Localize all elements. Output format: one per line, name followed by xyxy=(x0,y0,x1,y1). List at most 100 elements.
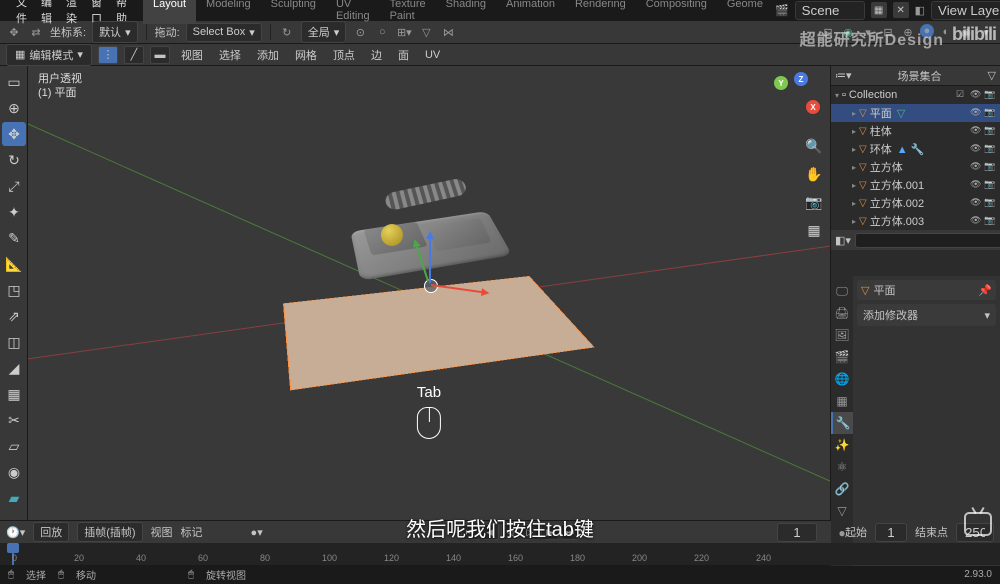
object-plane[interactable] xyxy=(283,276,595,390)
outliner-item[interactable]: ▸▽环体▲ 🔧👁📷 xyxy=(831,140,1000,158)
props-tab-object[interactable]: ▦ xyxy=(831,390,853,412)
pivot-dropdown[interactable]: 全局 ▾ xyxy=(301,21,347,43)
menu-uv[interactable]: UV xyxy=(420,47,445,63)
props-tab-render[interactable]: 🖵 xyxy=(831,280,853,302)
outliner-item[interactable]: ▸▽立方体.001👁📷 xyxy=(831,176,1000,194)
proportional-icon[interactable]: ○ xyxy=(374,24,390,40)
props-tab-output[interactable]: 🖨 xyxy=(831,302,853,324)
props-tab-mesh[interactable]: ▽ xyxy=(831,500,853,522)
tool-bevel[interactable]: ◢ xyxy=(2,356,26,380)
menu-face[interactable]: 面 xyxy=(393,45,414,65)
keying-dropdown[interactable]: 插帧(插帧) xyxy=(77,522,142,542)
shade-wire-icon[interactable]: ⊕ xyxy=(900,24,916,40)
props-tab-physics[interactable]: ⚛ xyxy=(831,456,853,478)
camera-icon[interactable]: 📷 xyxy=(804,192,824,212)
tab-shading[interactable]: Shading xyxy=(436,0,496,24)
props-tab-modifier[interactable]: 🔧 xyxy=(831,412,853,434)
tool-rotate[interactable]: ↻ xyxy=(2,148,26,172)
tool-inset[interactable]: ◫ xyxy=(2,330,26,354)
shade-matcap-icon[interactable]: ◐ xyxy=(938,24,954,40)
tab-animation[interactable]: Animation xyxy=(496,0,565,24)
current-frame-input[interactable] xyxy=(777,523,817,542)
mode-dropdown[interactable]: ▦ 编辑模式 ▾ xyxy=(6,44,92,66)
menu-add[interactable]: 添加 xyxy=(252,45,284,65)
nav-z-icon[interactable]: Z xyxy=(794,72,808,86)
viewlayer-input[interactable] xyxy=(931,1,1000,20)
start-frame-input[interactable] xyxy=(875,523,907,542)
tool-transform[interactable]: ✦ xyxy=(2,200,26,224)
tool-knife[interactable]: ✂ xyxy=(2,408,26,432)
mirror-icon[interactable]: ▽ xyxy=(418,24,434,40)
edge-select-icon[interactable]: ╱ xyxy=(124,46,144,64)
zoom-icon[interactable]: 🔍 xyxy=(804,136,824,156)
outliner-item[interactable]: ▸▽立方体👁📷 xyxy=(831,158,1000,176)
tab-rendering[interactable]: Rendering xyxy=(565,0,636,24)
scene-new-icon[interactable]: ✕ xyxy=(893,2,909,18)
outliner-item[interactable]: ▸▽柱体👁📷 xyxy=(831,122,1000,140)
props-tab-viewlayer[interactable]: 🖼 xyxy=(831,324,853,346)
tool-move[interactable]: ✥ xyxy=(2,122,26,146)
tool-scale[interactable]: ⤢ xyxy=(2,174,26,198)
timeline-view[interactable]: 视图 xyxy=(151,524,173,540)
vertex-select-icon[interactable]: ⋮ xyxy=(98,46,118,64)
outliner-item[interactable]: ▸▽立方体.003👁📷 xyxy=(831,212,1000,230)
gizmo-toggle-icon[interactable]: ◉ xyxy=(840,24,856,40)
3d-viewport[interactable]: 用户透视 (1) 平面 Tab xyxy=(28,66,830,520)
outliner-collection-root[interactable]: ▾▫ Collection ☑👁📷 xyxy=(831,86,1000,104)
tool-select-box[interactable]: ▭ xyxy=(2,70,26,94)
outliner-item[interactable]: ▸▽立方体.002👁📷 xyxy=(831,194,1000,212)
orientation-dropdown[interactable]: 默认 ▾ xyxy=(92,21,138,43)
props-tab-world[interactable]: 🌐 xyxy=(831,368,853,390)
add-modifier-button[interactable]: 添加修改器▾ xyxy=(857,304,996,326)
nav-x-icon[interactable]: X xyxy=(806,100,820,114)
nav-gizmo[interactable]: Z Y X xyxy=(768,72,820,124)
pan-icon[interactable]: ✋ xyxy=(804,164,824,184)
props-tab-scene[interactable]: 🎬 xyxy=(831,346,853,368)
drag-dropdown[interactable]: Select Box ▾ xyxy=(186,23,262,42)
gizmo-z-axis[interactable] xyxy=(429,235,431,283)
tool-extrude[interactable]: ⇗ xyxy=(2,304,26,328)
pin-icon[interactable]: 📌 xyxy=(978,284,992,297)
tool-add-cube[interactable]: ◳ xyxy=(2,278,26,302)
tool-loopcut[interactable]: ▦ xyxy=(2,382,26,406)
outliner-editor-icon[interactable]: ≔▾ xyxy=(835,69,852,82)
tool-annotate[interactable]: ✎ xyxy=(2,226,26,250)
playback-dropdown[interactable]: 回放 xyxy=(33,522,69,542)
menu-select[interactable]: 选择 xyxy=(214,45,246,65)
overlay-dropdown-icon[interactable]: ▾ xyxy=(860,24,876,40)
autokey-icon[interactable]: ●▾ xyxy=(251,526,263,539)
menu-vertex[interactable]: 顶点 xyxy=(328,45,360,65)
menu-view[interactable]: 视图 xyxy=(176,45,208,65)
timeline-editor-icon[interactable]: 🕐▾ xyxy=(6,526,25,539)
xray-icon[interactable]: ⊟ xyxy=(880,24,896,40)
automerge-icon[interactable]: ⋈ xyxy=(440,24,456,40)
outliner-search-input[interactable] xyxy=(855,233,1000,248)
filter-icon[interactable]: ▽ xyxy=(988,69,996,82)
tool-measure[interactable]: 📐 xyxy=(2,252,26,276)
tab-compositing[interactable]: Compositing xyxy=(636,0,717,24)
shade-solid-icon[interactable]: ● xyxy=(920,24,934,38)
tab-layout[interactable]: Layout xyxy=(143,0,196,24)
shade-render-icon[interactable]: ◉ xyxy=(958,24,974,40)
tool-spin[interactable]: ◉ xyxy=(2,460,26,484)
overlay-toggle-icon[interactable]: ⊡ xyxy=(820,24,836,40)
transform-gizmo[interactable] xyxy=(424,279,438,293)
scene-browse-icon[interactable]: ▦ xyxy=(871,2,887,18)
snap-icon[interactable]: ⊙ xyxy=(352,24,368,40)
outliner-display-icon[interactable]: ◧▾ xyxy=(835,234,851,247)
menu-mesh[interactable]: 网格 xyxy=(290,45,322,65)
menu-edge[interactable]: 边 xyxy=(366,45,387,65)
tab-texture-paint[interactable]: Texture Paint xyxy=(380,0,436,24)
cursor-icon[interactable]: ✥ xyxy=(6,24,22,40)
options-icon[interactable]: ⊞▾ xyxy=(396,24,412,40)
shade-dropdown-icon[interactable]: ▾ xyxy=(978,24,994,40)
props-tab-particles[interactable]: ✨ xyxy=(831,434,853,456)
tool-smooth[interactable]: ▰ xyxy=(2,486,26,510)
outliner-item[interactable]: ▸▽平面▽👁📷 xyxy=(831,104,1000,122)
perspective-icon[interactable]: ▦ xyxy=(804,220,824,240)
timeline-marker[interactable]: 标记 xyxy=(181,524,203,540)
transform-icon[interactable]: ↻ xyxy=(279,24,295,40)
tool-cursor[interactable]: ⊕ xyxy=(2,96,26,120)
props-tab-constraint[interactable]: 🔗 xyxy=(831,478,853,500)
move-tool-icon[interactable]: ⇄ xyxy=(28,24,44,40)
